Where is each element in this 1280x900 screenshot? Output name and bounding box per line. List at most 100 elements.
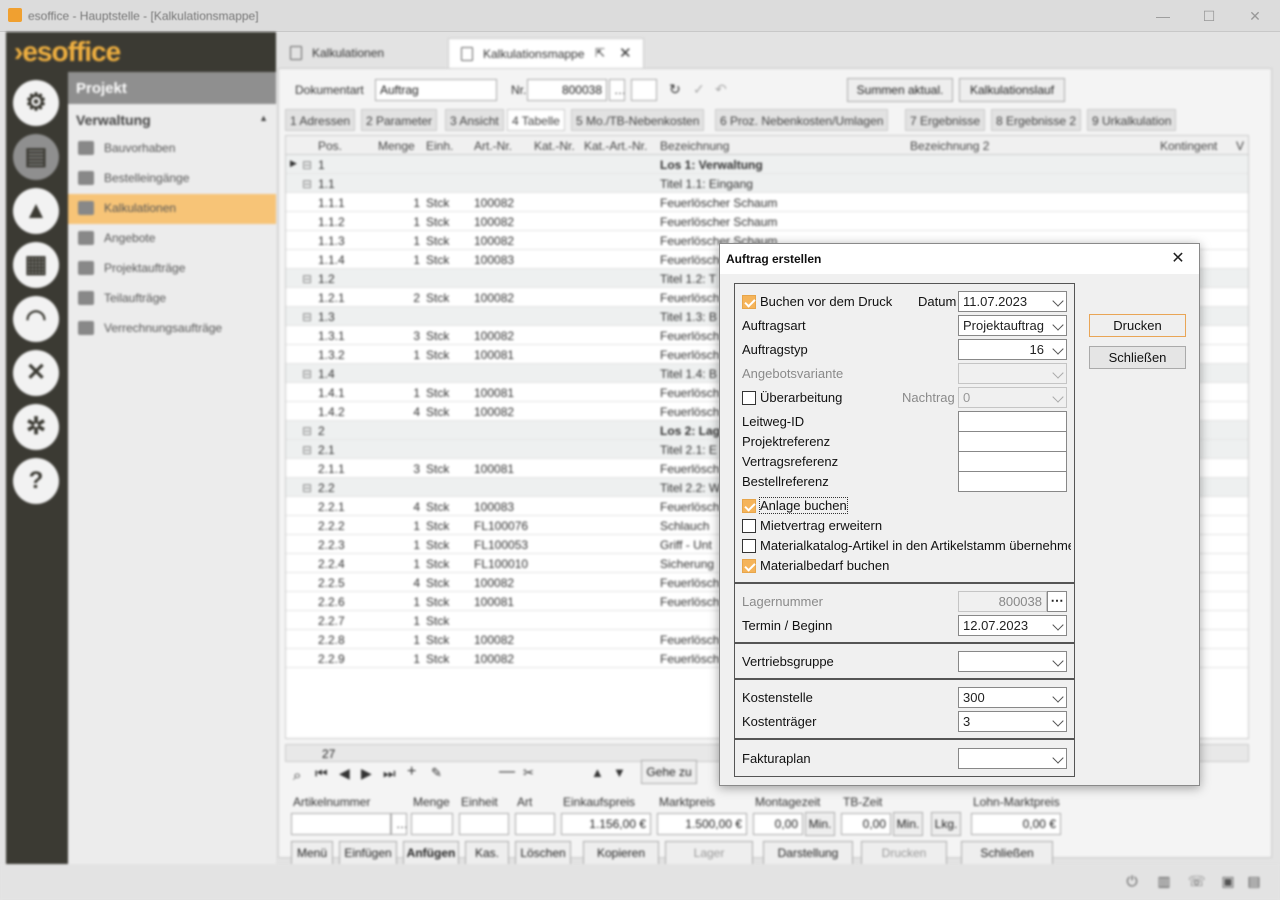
undo-icon[interactable]: ↶ — [715, 81, 727, 98]
nr-input[interactable]: 800038 — [527, 79, 607, 101]
settings-icon[interactable]: ✲ — [13, 404, 59, 450]
materialbedarf-checkbox[interactable] — [742, 559, 756, 573]
menu-button[interactable]: Menü — [291, 841, 333, 865]
collapse-row-icon[interactable]: ⊟ — [302, 177, 312, 191]
mz-unit-button[interactable]: Min. — [805, 812, 835, 836]
table-row[interactable]: 1.1.1 1 Stck 100082 Feuerlöscher Schaum — [286, 193, 1248, 212]
mz-input[interactable]: 0,00 — [753, 813, 803, 835]
darstellung-button[interactable]: Darstellung — [763, 841, 853, 865]
subtab-adressen[interactable]: 1 Adressen — [285, 109, 356, 131]
anfuegen-button[interactable]: Anfügen — [403, 841, 459, 865]
user-lock-icon[interactable]: ▤ — [1246, 873, 1262, 889]
kopieren-button[interactable]: Kopieren — [583, 841, 659, 865]
move-down-icon[interactable]: ▼ — [613, 765, 626, 780]
gehe-zu-button[interactable]: Gehe zu — [641, 760, 697, 784]
einheit-select[interactable] — [459, 813, 509, 835]
datum-picker[interactable]: 11.07.2023 — [958, 291, 1067, 312]
table-row[interactable]: ▶ ⊟ 1 Los 1: Verwaltung — [286, 155, 1248, 174]
lm-input[interactable]: 0,00 € — [971, 813, 1061, 835]
lagernummer-browse-button[interactable]: ⋯ — [1047, 591, 1067, 612]
nav-item-kalkulationen[interactable]: Kalkulationen — [68, 194, 276, 224]
last-record-icon[interactable]: ⏭ — [383, 765, 396, 782]
nav-item-verrechnungsauftraege[interactable]: Verrechnungsaufträge — [68, 314, 276, 344]
nav-item-projektauftraege[interactable]: Projektaufträge — [68, 254, 276, 284]
tools-icon[interactable]: ✕ — [13, 350, 59, 396]
buchen-vor-druck-checkbox[interactable] — [742, 295, 756, 309]
nav-item-bestelleingaenge[interactable]: Bestelleingänge — [68, 164, 276, 194]
tb-input[interactable]: 0,00 — [841, 813, 891, 835]
gear-icon[interactable]: ⚙ — [13, 80, 59, 126]
termin-picker[interactable]: 12.07.2023 — [958, 615, 1067, 636]
schliessen-bg-button[interactable]: Schließen — [961, 841, 1053, 865]
prev-record-icon[interactable]: ◀ — [339, 765, 350, 782]
mietvertrag-checkbox[interactable] — [742, 519, 756, 533]
col-art-nr[interactable]: Art.-Nr. — [474, 139, 512, 153]
alarm-icon[interactable]: ▲ — [13, 188, 59, 234]
popout-icon[interactable]: ⇱ — [595, 46, 605, 60]
einfuegen-button[interactable]: Einfügen — [339, 841, 397, 865]
minimize-button[interactable]: — — [1152, 6, 1174, 26]
materialkatalog-checkbox[interactable] — [742, 539, 756, 553]
kalkulationslauf-button[interactable]: Kalkulationslauf — [959, 78, 1065, 102]
search-icon[interactable]: ⌕ — [293, 767, 301, 784]
ueberarbeitung-checkbox[interactable] — [742, 391, 756, 405]
menge-input[interactable] — [411, 813, 453, 835]
tab-close-icon[interactable]: ✕ — [619, 44, 632, 62]
angebotsvariante-select[interactable] — [958, 363, 1067, 384]
artikelnummer-input[interactable] — [291, 813, 391, 835]
collapse-row-icon[interactable]: ⊟ — [302, 424, 312, 438]
remove-icon[interactable]: — — [499, 763, 515, 781]
table-row[interactable]: ⊟ 1.1 Titel 1.1: Eingang — [286, 174, 1248, 193]
collapse-row-icon[interactable]: ⊟ — [302, 367, 312, 381]
confirm-icon[interactable]: ✓ — [693, 81, 705, 98]
art-select[interactable] — [515, 813, 555, 835]
cash-icon[interactable]: ▦ — [13, 242, 59, 288]
subtab-mo-tb-nebenkosten[interactable]: 5 Mo./TB-Nebenkosten — [571, 109, 705, 131]
kas-button[interactable]: Kas. — [465, 841, 509, 865]
auftragsart-select[interactable]: Projektauftrag — [958, 315, 1067, 336]
first-record-icon[interactable]: ⏮ — [315, 765, 328, 782]
projektref-input[interactable] — [958, 431, 1067, 452]
collapse-row-icon[interactable]: ⊟ — [302, 310, 312, 324]
building-icon[interactable]: ▥ — [1156, 873, 1172, 889]
nachtrag-select[interactable]: 0 — [958, 387, 1067, 408]
mp-input[interactable]: 1.500,00 € — [657, 813, 747, 835]
summen-aktual-button[interactable]: Summen aktual. — [847, 78, 953, 102]
nav-item-teilauftraege[interactable]: Teilaufträge — [68, 284, 276, 314]
phone-icon[interactable]: ☏ — [1188, 873, 1206, 889]
kostenstelle-select[interactable]: 300 — [958, 687, 1067, 708]
drucken-bg-button[interactable]: Drucken — [861, 841, 947, 865]
add-icon[interactable]: + — [407, 763, 416, 781]
tb-unit-button[interactable]: Min. — [893, 812, 923, 836]
lager-button[interactable]: Lager — [665, 841, 753, 865]
next-record-icon[interactable]: ▶ — [361, 765, 372, 782]
tab-kalkulationen[interactable]: Kalkulationen — [278, 38, 446, 68]
auftragstyp-select[interactable]: 16 — [958, 339, 1067, 360]
cut-icon[interactable]: ✂ — [523, 765, 534, 781]
fakturaplan-select[interactable] — [958, 748, 1067, 769]
col-kat-nr[interactable]: Kat.-Nr. — [534, 139, 575, 153]
move-up-icon[interactable]: ▲ — [591, 765, 604, 780]
ek-input[interactable]: 1.156,00 € — [561, 813, 651, 835]
nr-suffix-input[interactable] — [631, 79, 657, 101]
subtab-tabelle[interactable]: 4 Tabelle — [507, 109, 565, 131]
window-close-button[interactable]: ✕ — [1244, 6, 1266, 26]
headset-icon[interactable]: ◠ — [13, 296, 59, 342]
col-bezeichnung[interactable]: Bezeichnung — [660, 139, 729, 153]
subtab-proz-nebenkosten[interactable]: 6 Proz. Nebenkosten/Umlagen — [715, 109, 889, 131]
drucken-button[interactable]: Drucken — [1089, 314, 1186, 337]
artikel-browse-button[interactable]: … — [391, 813, 407, 835]
collapse-icon[interactable]: ▲ — [259, 113, 268, 123]
refresh-icon[interactable]: ↻ — [669, 81, 681, 98]
col-v[interactable]: V — [1236, 139, 1244, 153]
help-icon[interactable]: ? — [13, 458, 59, 504]
anlage-buchen-checkbox[interactable] — [742, 499, 756, 513]
subtab-ansicht[interactable]: 3 Ansicht — [445, 109, 504, 131]
dialog-close-button[interactable]: ✕ — [1168, 249, 1188, 269]
col-kontingent[interactable]: Kontingent — [1160, 139, 1217, 153]
subtab-parameter[interactable]: 2 Parameter — [361, 109, 438, 131]
maximize-button[interactable]: ☐ — [1198, 6, 1220, 26]
col-bezeichnung-2[interactable]: Bezeichnung 2 — [910, 139, 989, 153]
collapse-row-icon[interactable]: ⊟ — [302, 481, 312, 495]
project-icon[interactable]: ▤ — [13, 134, 59, 180]
